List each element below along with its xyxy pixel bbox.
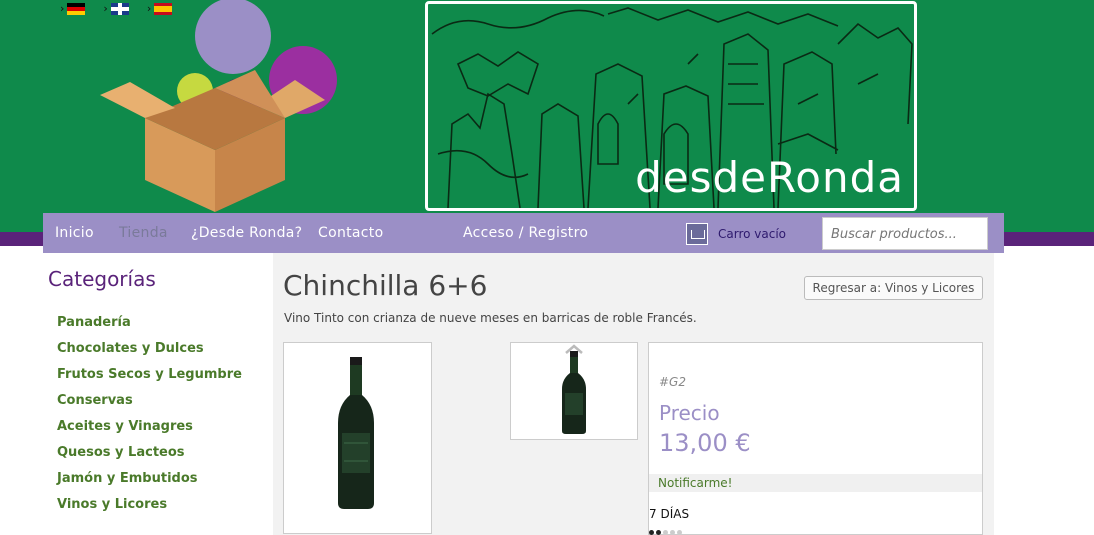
language-de[interactable]: ›: [60, 2, 86, 15]
flag-de-icon[interactable]: [67, 2, 86, 15]
product-info-panel: #G2 Precio 13,00 € Notificarme! 7 DÍAS: [648, 342, 983, 535]
nav-item-desde-ronda[interactable]: ¿Desde Ronda?: [191, 225, 302, 241]
sidebar: Categorías Panadería Chocolates y Dulces…: [43, 253, 273, 535]
category-item[interactable]: Conservas: [57, 393, 242, 419]
delivery-time: 7 DÍAS: [649, 507, 690, 521]
product-description: Vino Tinto con crianza de nueve meses en…: [284, 311, 697, 325]
category-item[interactable]: Vinos y Licores: [57, 497, 242, 523]
page-title: Chinchilla 6+6: [283, 269, 488, 302]
account-link[interactable]: Acceso / Registro: [463, 225, 588, 241]
nav-item-inicio[interactable]: Inicio: [55, 225, 94, 241]
delivery-indicator: [649, 530, 682, 535]
search-input[interactable]: Buscar productos...: [822, 217, 988, 250]
indicator-dot: [670, 530, 675, 535]
town-banner[interactable]: desdeRonda: [425, 1, 917, 211]
sidebar-title: Categorías: [48, 267, 156, 291]
product-main-image[interactable]: [283, 342, 432, 534]
nav-item-tienda[interactable]: Tienda: [119, 225, 168, 241]
product-sku: #G2: [659, 375, 686, 389]
price-label: Precio: [659, 401, 720, 425]
site-header: › › › desdeRonda: [0, 0, 1094, 232]
indicator-dot: [677, 530, 682, 535]
chevron-up-icon[interactable]: [565, 344, 583, 354]
back-to-category-button[interactable]: Regresar a: Vinos y Licores: [804, 276, 983, 300]
category-item[interactable]: Chocolates y Dulces: [57, 341, 242, 367]
nav-item-contacto[interactable]: Contacto: [318, 225, 383, 241]
box-logo-icon[interactable]: [95, 0, 345, 215]
cart-label[interactable]: Carro vacío: [718, 227, 786, 241]
indicator-dot: [656, 530, 661, 535]
main-nav: Inicio Tienda ¿Desde Ronda? Contacto Acc…: [43, 213, 1004, 253]
category-list: Panadería Chocolates y Dulces Frutos Sec…: [57, 315, 242, 523]
indicator-dot: [649, 530, 654, 535]
cart[interactable]: Carro vacío: [686, 223, 786, 245]
indicator-dot: [663, 530, 668, 535]
chevron-right-icon: ›: [60, 2, 65, 15]
category-item[interactable]: Frutos Secos y Legumbre: [57, 367, 242, 393]
category-item[interactable]: Jamón y Embutidos: [57, 471, 242, 497]
category-item[interactable]: Panadería: [57, 315, 242, 341]
notify-button[interactable]: Notificarme!: [649, 474, 982, 492]
banner-title: desdeRonda: [635, 153, 904, 202]
wine-bottle-icon: [338, 357, 374, 509]
product-thumbnail[interactable]: [510, 342, 638, 440]
price-value: 13,00 €: [659, 429, 751, 457]
wine-bottle-icon: [562, 351, 586, 434]
product-content: Chinchilla 6+6 Regresar a: Vinos y Licor…: [273, 253, 994, 535]
category-item[interactable]: Quesos y Lacteos: [57, 445, 242, 471]
cart-icon[interactable]: [686, 223, 708, 245]
category-item[interactable]: Aceites y Vinagres: [57, 419, 242, 445]
